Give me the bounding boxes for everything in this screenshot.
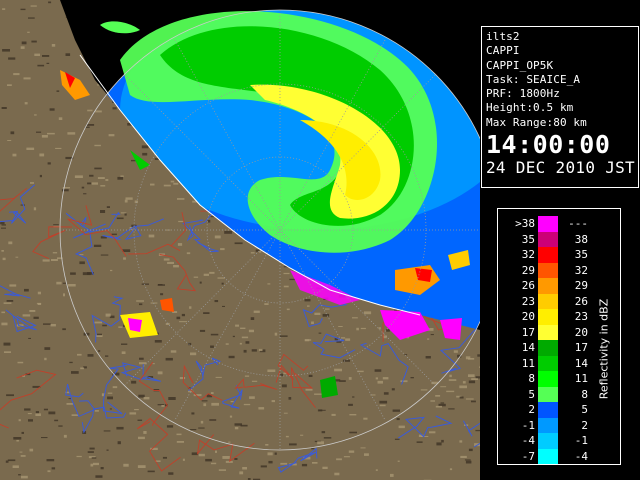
- legend-upper-value: 29: [574, 279, 588, 292]
- legend-color-swatch: [538, 433, 558, 449]
- legend-lower-value: 17: [521, 325, 535, 339]
- observation-date: 24 DEC 2010 JST: [486, 158, 635, 178]
- legend-upper-value: 17: [574, 341, 588, 354]
- legend-lower-value: 8: [528, 372, 535, 385]
- legend-row: 35 38: [498, 231, 620, 247]
- legend-upper-value: -4: [574, 449, 588, 463]
- product-name: CAPPI: [486, 44, 520, 58]
- legend-color-swatch: [538, 402, 558, 418]
- legend-unit-label: Reflectivity in dBZ: [594, 249, 614, 449]
- legend-lower-value: 26: [521, 279, 535, 292]
- legend-upper-value: 5: [581, 403, 588, 416]
- legend-lower-value: 23: [521, 294, 535, 308]
- legend-upper-value: 38: [574, 232, 588, 246]
- legend-color-swatch: [538, 216, 558, 232]
- legend-lower-value: -7: [521, 449, 535, 463]
- info-panel: ilts2 CAPPI CAPPI_OP5K Task: SEAICE_A PR…: [481, 26, 639, 188]
- radar-map-canvas: [0, 0, 480, 480]
- legend-color-swatch: [538, 386, 558, 402]
- legend-color-swatch: [538, 448, 558, 464]
- legend-color-swatch: [538, 231, 558, 247]
- legend-color-swatch: [538, 247, 558, 263]
- legend-lower-value: 5: [528, 387, 535, 401]
- legend-upper-value: 11: [574, 372, 588, 385]
- legend-upper-value: 8: [581, 387, 588, 401]
- legend-upper-value: 26: [574, 294, 588, 308]
- legend-lower-value: 11: [521, 356, 535, 370]
- legend-lower-value: 29: [521, 263, 535, 277]
- legend-unit-text: Reflectivity in dBZ: [597, 298, 611, 400]
- legend-color-swatch: [538, 355, 558, 371]
- legend-color-swatch: [538, 324, 558, 340]
- legend-upper-value: 32: [574, 263, 588, 277]
- legend-lower-value: 35: [521, 232, 535, 246]
- legend-lower-value: 14: [521, 341, 535, 354]
- legend-color-swatch: [538, 278, 558, 294]
- legend-upper-value: 20: [574, 325, 588, 339]
- prf-label: PRF: 1800Hz: [486, 87, 560, 101]
- legend-color-swatch: [538, 371, 558, 387]
- height-label: Height:0.5 km: [486, 101, 574, 115]
- legend-lower-value: -4: [521, 434, 535, 447]
- legend-lower-value: -1: [521, 418, 535, 432]
- legend-lower-value: 20: [521, 310, 535, 323]
- legend-lower-value: >38: [515, 217, 535, 230]
- observation-time: 14:00:00: [486, 130, 611, 160]
- task-label: Task: SEAICE_A: [486, 72, 581, 86]
- legend-color-swatch: [538, 417, 558, 433]
- legend-upper-value: -1: [574, 434, 588, 447]
- reflectivity-legend: >38 --- 35 38 32 35 29 32 26 29 23 26 20 23 17 20 14 17 11…: [497, 208, 621, 465]
- legend-upper-value: 35: [574, 248, 588, 261]
- max-range-label: Max Range:80 km: [486, 115, 587, 129]
- legend-color-swatch: [538, 309, 558, 325]
- legend-upper-value: 14: [574, 356, 588, 370]
- legend-upper-value: 23: [574, 310, 588, 323]
- legend-color-swatch: [538, 262, 558, 278]
- legend-upper-value: 2: [581, 418, 588, 432]
- legend-lower-value: 32: [521, 248, 535, 261]
- legend-color-swatch: [538, 340, 558, 356]
- legend-upper-value: ---: [568, 217, 588, 230]
- product-code: CAPPI_OP5K: [486, 58, 554, 72]
- legend-row: >38 ---: [498, 216, 620, 232]
- legend-lower-value: 2: [528, 403, 535, 416]
- legend-row: -7 -4: [498, 448, 620, 464]
- radar-map[interactable]: [0, 0, 480, 480]
- station-name: ilts2: [486, 30, 520, 43]
- legend-color-swatch: [538, 293, 558, 309]
